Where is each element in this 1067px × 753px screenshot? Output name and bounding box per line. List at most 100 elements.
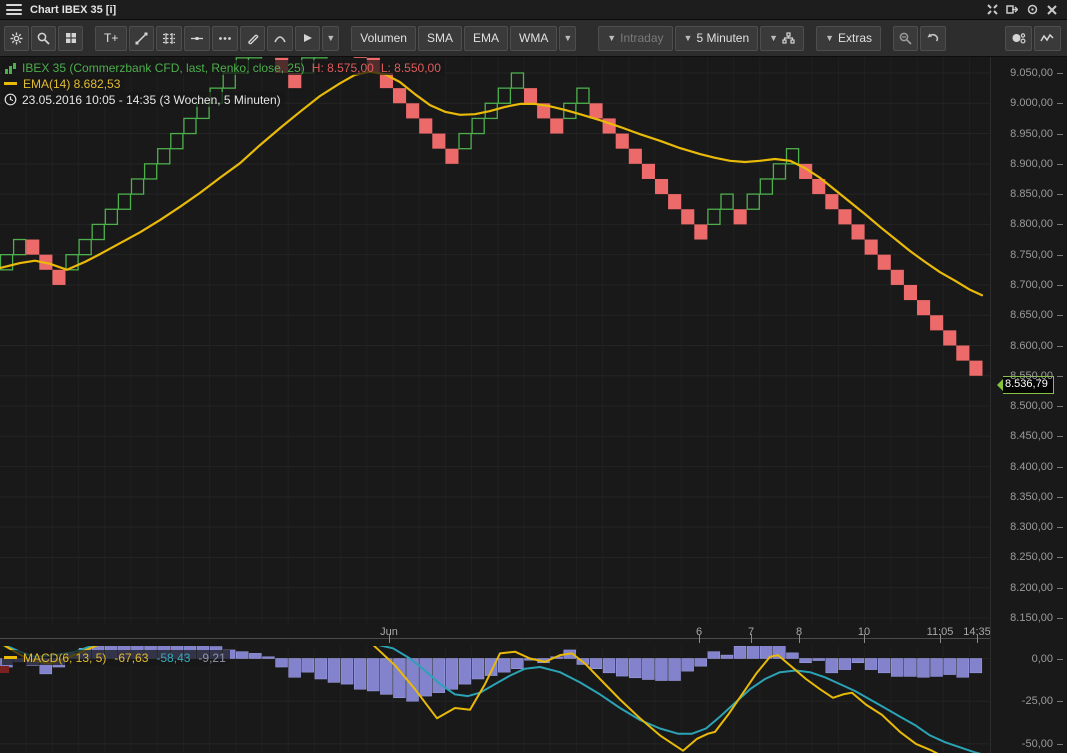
price-axis-label: 8.900,00 <box>1010 157 1053 170</box>
trendline-tool-icon[interactable] <box>129 25 155 51</box>
renko-down-brick <box>419 118 433 134</box>
pencil-tool-icon[interactable] <box>240 25 266 51</box>
macd-histogram-bar <box>327 658 341 683</box>
time-axis-tick <box>940 634 941 643</box>
price-axis-label: 8.500,00 <box>1010 400 1053 413</box>
macd-histogram-bar <box>668 658 681 681</box>
detach-window-icon[interactable] <box>1005 3 1019 17</box>
arrow-tool-icon[interactable] <box>295 25 321 51</box>
undo-icon[interactable] <box>920 25 947 51</box>
macd-histogram-bar <box>891 658 904 677</box>
ema-button[interactable]: EMA <box>463 25 508 51</box>
line-chart-icon[interactable] <box>1034 25 1061 51</box>
time-axis[interactable]: Jun 6 7 8 10 11:05 14:35 <box>0 625 991 646</box>
macd-histogram-bar <box>367 658 380 692</box>
macd-legend: MACD(6, 13, 5) -67,63 -58,43 -9,21 <box>2 650 230 666</box>
bubbles-icon[interactable] <box>1005 25 1032 51</box>
horizontal-line-tool-icon[interactable] <box>184 25 211 51</box>
renko-down-brick <box>917 300 931 316</box>
macd-histogram-bar <box>275 658 288 668</box>
renko-down-brick <box>615 133 629 149</box>
macd-histogram-bar <box>864 658 878 670</box>
wma-button[interactable]: WMA <box>510 25 558 51</box>
high-value: H: 8.575,00 <box>311 60 374 75</box>
price-axis-label: 8.850,00 <box>1010 188 1053 201</box>
macd-histogram-bar <box>956 658 969 678</box>
series-title: IBEX 35 (Commerzbank CFD, last, Renko, c… <box>22 60 305 75</box>
macd-histogram-bar <box>498 658 511 673</box>
menu-hamburger-icon[interactable] <box>6 4 22 15</box>
fibonacci-tool-icon[interactable] <box>156 25 183 51</box>
renko-up-brick <box>12 238 27 256</box>
macd-histogram-bar <box>602 658 616 674</box>
axis-tick-dash <box>1057 315 1063 317</box>
price-axis-label: 9.000,00 <box>1010 97 1053 110</box>
zoom-out-icon[interactable] <box>893 25 919 51</box>
price-axis-label: 8.450,00 <box>1010 430 1053 443</box>
axis-tick-dash <box>1057 224 1063 226</box>
macd-histogram-bar <box>236 651 249 659</box>
axis-tick-dash <box>1057 587 1063 589</box>
renko-down-brick <box>445 148 459 164</box>
more-indicators-caret[interactable]: ▼ <box>559 25 577 51</box>
sma-button[interactable]: SMA <box>417 25 462 51</box>
macd-histogram-bar <box>838 658 852 670</box>
main-chart-canvas[interactable] <box>0 57 990 625</box>
ema-value: EMA(14) 8.682,53 <box>23 76 121 91</box>
macd-histogram-bar <box>511 658 524 669</box>
renko-down-brick <box>903 284 917 301</box>
renko-up-brick <box>772 163 787 180</box>
renko-up-brick <box>759 178 774 195</box>
axis-tick-dash <box>1057 618 1063 619</box>
macd-histogram-bar <box>471 658 485 680</box>
renko-up-brick <box>104 208 119 226</box>
renko-up-brick <box>471 117 485 135</box>
close-icon[interactable] <box>1045 3 1059 17</box>
expand-icon[interactable] <box>985 3 999 17</box>
renko-down-brick <box>733 209 747 225</box>
price-axis-label: 8.800,00 <box>1010 218 1053 231</box>
price-axis-label: 8.250,00 <box>1010 551 1053 564</box>
extras-dropdown[interactable]: ▼ Extras <box>816 25 882 51</box>
axis-tick-dash <box>1057 466 1063 468</box>
arc-tool-icon[interactable] <box>267 25 294 51</box>
target-icon[interactable] <box>1025 3 1039 17</box>
price-axis-label: 8.150,00 <box>1010 612 1053 624</box>
axis-tick-dash <box>1057 73 1063 74</box>
axis-tick-dash <box>1057 103 1063 105</box>
axis-tick-dash <box>1057 406 1063 408</box>
price-axis-label: 8.400,00 <box>1010 460 1053 473</box>
intraday-dropdown[interactable]: ▼ Intraday <box>598 25 673 51</box>
renko-up-brick <box>576 87 590 104</box>
toolbar: T+ ▼ Volumen SMA EMA WMA ▼ ▼ Intraday ▼ 5 <box>0 20 1067 57</box>
price-axis[interactable]: 8.536,79 9.050,00 9.000,00 8.950,00 8.900,0… <box>990 57 1067 753</box>
macd-value: -67,63 <box>114 650 149 665</box>
intraday-label: Intraday <box>620 31 664 45</box>
text-tool-button[interactable]: T+ <box>95 25 128 51</box>
legend-ema-row: EMA(14) 8.682,53 <box>2 76 125 91</box>
wma-label: WMA <box>519 31 549 45</box>
volume-button[interactable]: Volumen <box>351 25 416 51</box>
window-controls <box>985 3 1067 17</box>
macd-histogram-bar <box>458 658 472 685</box>
more-drawing-tools-caret[interactable]: ▼ <box>322 25 340 51</box>
timeframe-dropdown[interactable]: ▼ 5 Minuten <box>674 25 759 51</box>
zoom-tool-icon[interactable] <box>31 25 56 51</box>
chart-type-dropdown[interactable]: ▼ <box>760 25 805 51</box>
renko-down-brick <box>930 315 944 331</box>
timespan-value: 23.05.2016 10:05 - 14:35 (3 Wochen, 5 Mi… <box>22 92 281 107</box>
macd-histogram-bar <box>877 658 891 674</box>
axis-tick-dash <box>1057 375 1063 377</box>
clock-icon <box>4 93 17 106</box>
layout-grid-icon[interactable] <box>58 25 83 51</box>
ema-swatch-icon <box>4 82 17 85</box>
renko-down-brick <box>877 254 891 270</box>
renko-down-brick <box>589 103 603 119</box>
macd-histogram-bar <box>904 658 917 677</box>
renko-down-brick <box>681 209 695 225</box>
settings-gear-icon[interactable] <box>4 25 29 51</box>
renko-up-brick <box>510 72 525 89</box>
window-title: Chart IBEX 35 [i] <box>30 3 117 16</box>
renko-up-brick <box>248 57 263 59</box>
dotted-line-tool-icon[interactable] <box>212 25 239 51</box>
